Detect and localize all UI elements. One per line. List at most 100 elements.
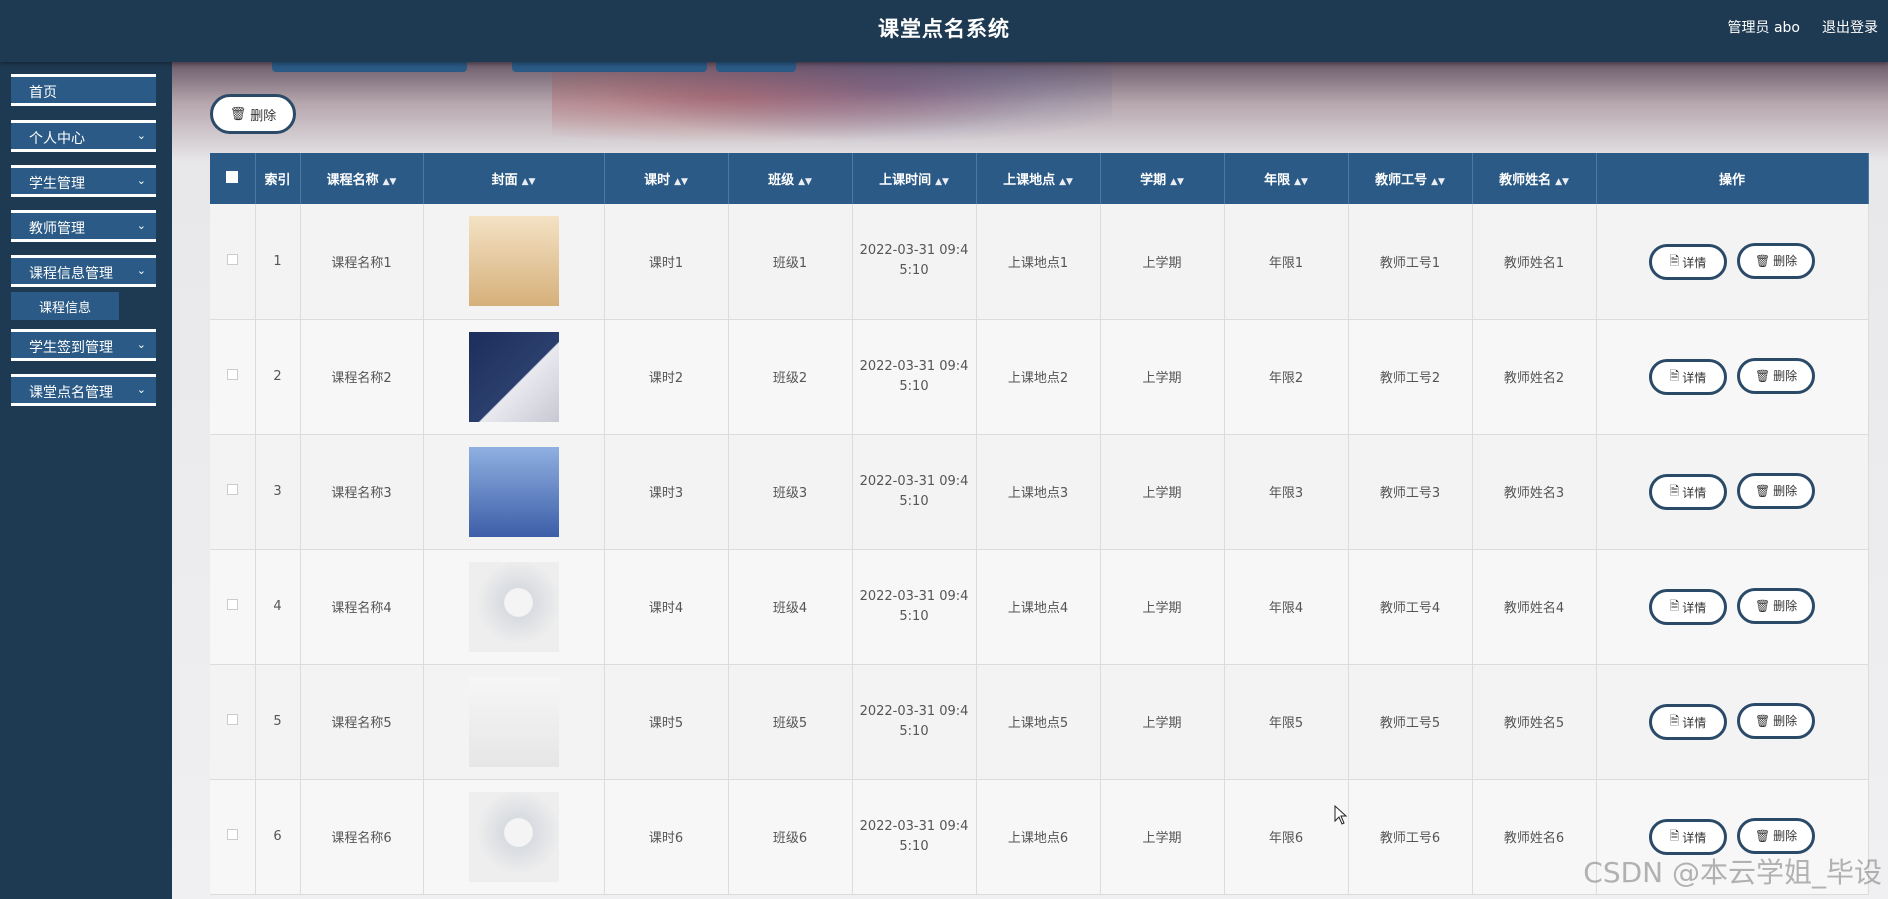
cell-actions: 🗎 详情 🗑 删除 — [1596, 434, 1869, 550]
current-user-label: 管理员 abo — [1727, 20, 1800, 36]
cell-time: 2022-03-31 09:4 5:10 — [852, 434, 977, 550]
row-checkbox[interactable] — [210, 204, 256, 320]
row-checkbox[interactable] — [210, 434, 256, 550]
cell-term: 上学期 — [1100, 779, 1225, 895]
cell-term: 上学期 — [1100, 434, 1225, 550]
row-checkbox[interactable] — [210, 319, 256, 435]
logout-link[interactable]: 退出登录 — [1822, 17, 1878, 37]
course-cover-image — [468, 446, 559, 537]
column-header[interactable]: 教师工号 ▲▼ — [1348, 153, 1473, 204]
cell-years: 年限1 — [1224, 204, 1349, 320]
row-checkbox[interactable] — [210, 779, 256, 895]
cell-actions: 🗎 详情 🗑 删除 — [1596, 204, 1869, 320]
cell-index: 4 — [255, 549, 301, 665]
column-header[interactable]: 学期 ▲▼ — [1100, 153, 1225, 204]
column-header[interactable]: 班级 ▲▼ — [728, 153, 853, 204]
column-header[interactable]: 上课时间 ▲▼ — [852, 153, 977, 204]
delete-button[interactable]: 🗑 删除 — [1737, 242, 1816, 279]
cell-cover — [423, 204, 605, 320]
cell-teacher-name: 教师姓名5 — [1472, 664, 1597, 780]
cell-teacher-id: 教师工号5 — [1348, 664, 1473, 780]
sidebar-item-label: 学生管理 — [29, 176, 85, 192]
delete-button[interactable]: 🗑 删除 — [1737, 357, 1816, 394]
row-checkbox[interactable] — [210, 549, 256, 665]
sidebar-item-personal-center[interactable]: 个人中心 ⌄ — [11, 120, 156, 152]
background-decoration — [552, 62, 1112, 152]
detail-button[interactable]: 🗎 详情 — [1648, 589, 1727, 626]
delete-button[interactable]: 🗑 删除 — [1737, 587, 1816, 624]
cell-cover — [423, 779, 605, 895]
sidebar-item-student-signin-management[interactable]: 学生签到管理 ⌄ — [11, 329, 156, 361]
sort-icon: ▲▼ — [1294, 177, 1308, 187]
cell-hours: 课时6 — [604, 779, 729, 895]
cell-cover — [423, 319, 605, 435]
column-header[interactable]: 课程名称 ▲▼ — [300, 153, 424, 204]
cell-place: 上课地点2 — [976, 319, 1101, 435]
cell-class: 班级3 — [728, 434, 853, 550]
table-row: 4 课程名称4 课时4 班级4 2022-03-31 09:4 5:10 上课地点… — [210, 549, 1869, 665]
cell-course-name: 课程名称6 — [300, 779, 424, 895]
column-header[interactable]: 上课地点 ▲▼ — [976, 153, 1101, 204]
sidebar-subitem-course-info[interactable]: 课程信息 — [11, 292, 119, 320]
cell-hours: 课时2 — [604, 319, 729, 435]
chevron-down-icon: ⌄ — [136, 264, 146, 277]
cell-teacher-id: 教师工号1 — [1348, 204, 1473, 320]
batch-delete-button[interactable]: 🗑 删除 — [210, 94, 296, 134]
cell-teacher-name: 教师姓名3 — [1472, 434, 1597, 550]
delete-button[interactable]: 🗑 删除 — [1737, 472, 1816, 509]
row-checkbox[interactable] — [210, 664, 256, 780]
sidebar-item-label: 首页 — [29, 85, 57, 101]
detail-button[interactable]: 🗎 详情 — [1648, 819, 1727, 856]
sidebar: 首页 个人中心 ⌄ 学生管理 ⌄ 教师管理 ⌄ 课程信息管理 ⌄ 课程信息 学生… — [0, 62, 172, 899]
document-icon: 🗎 — [1669, 598, 1680, 613]
select-all-checkbox[interactable] — [210, 153, 256, 204]
sort-icon: ▲▼ — [798, 177, 812, 187]
table-row: 2 课程名称2 课时2 班级2 2022-03-31 09:4 5:10 上课地点… — [210, 319, 1869, 435]
cell-teacher-id: 教师工号4 — [1348, 549, 1473, 665]
cell-course-name: 课程名称2 — [300, 319, 424, 435]
delete-button[interactable]: 🗑 删除 — [1737, 817, 1816, 854]
column-header[interactable]: 索引 — [255, 153, 301, 204]
cell-actions: 🗎 详情 🗑 删除 — [1596, 664, 1869, 780]
sidebar-item-student-management[interactable]: 学生管理 ⌄ — [11, 165, 156, 197]
document-icon: 🗎 — [1669, 713, 1680, 728]
table-row: 1 课程名称1 课时1 班级1 2022-03-31 09:4 5:10 上课地点… — [210, 204, 1869, 320]
cell-place: 上课地点5 — [976, 664, 1101, 780]
cell-time: 2022-03-31 09:4 5:10 — [852, 779, 977, 895]
cell-place: 上课地点4 — [976, 549, 1101, 665]
search-button-remnant[interactable] — [716, 62, 796, 72]
cell-index: 1 — [255, 204, 301, 320]
cell-time: 2022-03-31 09:4 5:10 — [852, 204, 977, 320]
column-header[interactable]: 年限 ▲▼ — [1224, 153, 1349, 204]
detail-button[interactable]: 🗎 详情 — [1648, 359, 1727, 396]
sort-icon: ▲▼ — [935, 177, 949, 187]
trash-icon: 🗑 — [229, 106, 247, 122]
column-header[interactable]: 教师姓名 ▲▼ — [1472, 153, 1597, 204]
detail-button[interactable]: 🗎 详情 — [1648, 704, 1727, 741]
cell-years: 年限2 — [1224, 319, 1349, 435]
document-icon: 🗎 — [1669, 253, 1680, 268]
sort-icon: ▲▼ — [521, 177, 536, 187]
sidebar-item-roll-call-management[interactable]: 课堂点名管理 ⌄ — [11, 374, 156, 406]
cell-place: 上课地点3 — [976, 434, 1101, 550]
delete-button-label: 删除 — [250, 108, 277, 124]
column-header[interactable]: 课时 ▲▼ — [604, 153, 729, 204]
detail-button[interactable]: 🗎 详情 — [1648, 474, 1727, 511]
sidebar-item-teacher-management[interactable]: 教师管理 ⌄ — [11, 210, 156, 242]
search-bar-remnant[interactable] — [272, 62, 467, 72]
search-bar-remnant[interactable] — [512, 62, 707, 72]
course-cover-image — [468, 676, 559, 767]
detail-button[interactable]: 🗎 详情 — [1648, 244, 1727, 280]
cell-index: 5 — [255, 664, 301, 780]
sidebar-item-course-info-management[interactable]: 课程信息管理 ⌄ — [11, 255, 156, 287]
course-cover-image — [468, 331, 559, 422]
cell-years: 年限6 — [1224, 779, 1349, 895]
column-header[interactable]: 封面 ▲▼ — [423, 153, 605, 204]
cell-course-name: 课程名称1 — [300, 204, 424, 320]
cell-cover — [423, 549, 605, 665]
trash-icon: 🗑 — [1754, 483, 1771, 498]
sidebar-item-home[interactable]: 首页 — [11, 74, 156, 106]
delete-button[interactable]: 🗑 删除 — [1737, 702, 1816, 739]
cell-time: 2022-03-31 09:4 5:10 — [852, 664, 977, 780]
trash-icon: 🗑 — [1754, 828, 1771, 843]
